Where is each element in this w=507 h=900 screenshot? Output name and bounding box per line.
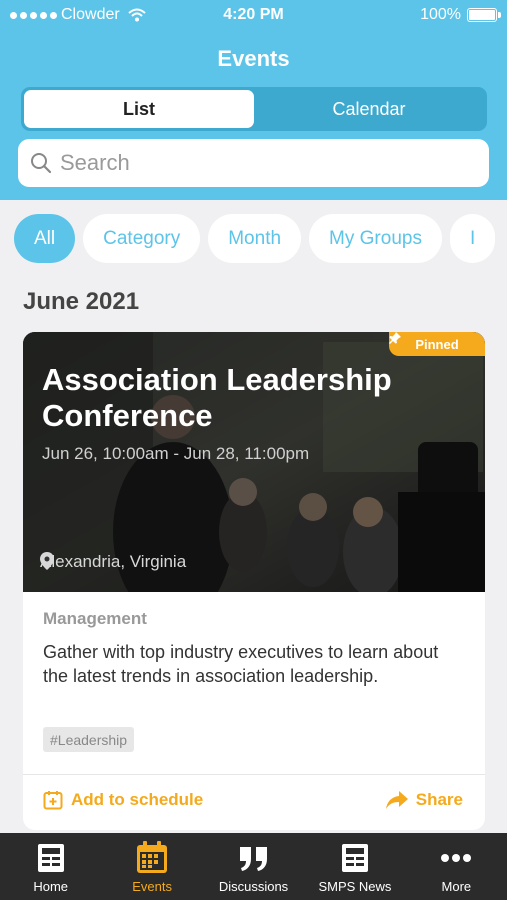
location-text: Alexandria, Virginia [40,552,187,571]
calendar-add-icon [43,791,63,810]
share-label: Share [415,790,463,809]
location-pin-icon [40,552,54,570]
event-title: Association Leadership Conference [42,362,392,433]
month-heading: June 2021 [23,288,140,315]
calendar-icon [137,841,168,873]
filter-chips: All Category Month My Groups I [14,214,507,264]
quote-icon [239,847,267,871]
tab-more[interactable]: More [406,833,507,900]
search-input[interactable]: Search [60,150,130,176]
tab-bar: Home Events Discussions SMPS News More [0,833,507,900]
add-to-schedule-button[interactable]: Add to schedule [43,790,203,810]
calendar-tab[interactable]: Calendar [254,90,484,128]
tab-smps-news-label: SMPS News [318,879,392,894]
tab-more-label: More [441,879,472,894]
list-tab[interactable]: List [24,90,254,128]
event-dates: Jun 26, 10:00am - Jun 28, 11:00pm [42,444,310,463]
more-icon [441,854,472,862]
filter-more[interactable]: I [449,214,496,263]
tab-events-label: Events [132,879,172,894]
home-icon [37,844,64,872]
tab-discussions[interactable]: Discussions [203,833,304,900]
event-location: Alexandria, Virginia [40,552,186,572]
event-category: Management [43,609,147,628]
battery-icon [467,8,501,22]
event-tag[interactable]: #Leadership [43,727,135,752]
view-segmented-control: List Calendar [21,87,487,131]
tab-home[interactable]: Home [0,833,101,900]
pin-icon [389,332,401,344]
filter-category[interactable]: Category [83,214,201,263]
search-bar[interactable]: Search [18,139,489,187]
news-icon [341,844,368,872]
tab-events[interactable]: Events [101,833,202,900]
tab-smps-news[interactable]: SMPS News [304,833,405,900]
event-image: Pinned Association Leadership Conference… [23,332,485,592]
tab-discussions-label: Discussions [218,879,289,894]
pinned-badge: Pinned [389,332,485,356]
filter-month[interactable]: Month [208,214,302,263]
pinned-label: Pinned [415,336,459,352]
share-icon [385,791,408,809]
status-bar: Clowder 4:20 PM 100% [0,0,507,30]
battery-percent: 100% [420,6,461,23]
filter-all[interactable]: All [14,214,76,263]
share-button[interactable]: Share [385,790,463,810]
add-to-schedule-label: Add to schedule [71,790,204,809]
header: Clowder 4:20 PM 100% Events List Calenda… [0,0,507,200]
search-icon [31,153,52,174]
filter-my-groups[interactable]: My Groups [309,214,442,263]
tab-home-label: Home [33,879,69,894]
event-card[interactable]: Pinned Association Leadership Conference… [23,332,485,830]
page-title: Events [217,46,290,71]
event-description: Gather with top industry executives to l… [43,642,439,686]
card-divider [23,774,485,775]
